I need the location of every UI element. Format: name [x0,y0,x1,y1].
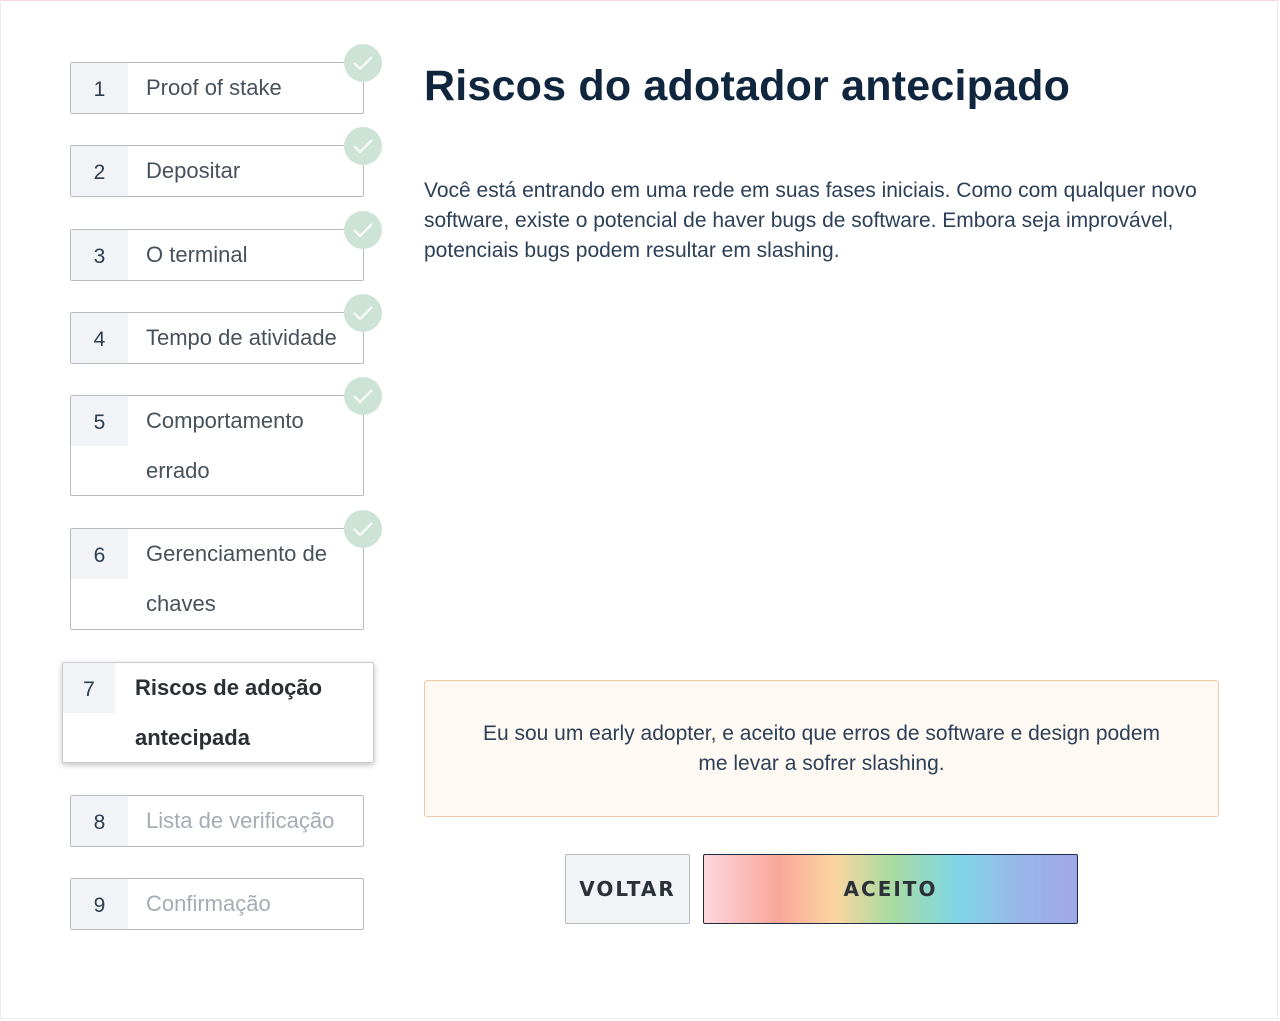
check-icon [344,44,382,82]
acknowledgement-text: Eu sou um early adopter, e aceito que er… [482,721,1161,775]
acknowledgement-box: Eu sou um early adopter, e aceito que er… [424,680,1219,817]
step-label: Confirmação [146,891,271,916]
check-icon [344,510,382,548]
step-8[interactable]: 8 Lista de verificação [70,795,364,847]
step-9[interactable]: 9 Confirmação [70,878,364,930]
check-icon [344,211,382,249]
step-number: 1 [71,63,128,113]
step-1[interactable]: 1 Proof of stake [70,62,364,114]
step-label: Depositar [146,158,241,183]
step-label: Comportamento errado [146,408,304,483]
check-icon [344,127,382,165]
step-number: 2 [71,146,128,196]
step-number: 7 [63,663,115,713]
step-7[interactable]: 7 Riscos de adoção antecipada [62,662,374,763]
step-3[interactable]: 3 O terminal [70,229,364,281]
step-4[interactable]: 4 Tempo de atividade [70,312,364,364]
accept-button[interactable]: ACEITO [703,854,1078,924]
step-label: Tempo de atividade [146,325,337,350]
step-label: Proof of stake [146,75,282,100]
step-6[interactable]: 6 Gerenciamento de chaves [70,528,364,630]
step-label: Riscos de adoção antecipada [135,675,323,750]
check-icon [344,377,382,415]
risk-description: Você está entrando em uma rede em suas f… [424,179,1197,262]
step-number: 5 [71,396,128,446]
back-button[interactable]: VOLTAR [565,854,690,924]
step-label: Lista de verificação [146,808,335,833]
step-2[interactable]: 2 Depositar [70,145,364,197]
step-number: 8 [71,796,128,846]
check-icon [344,294,382,332]
page-title: Riscos do adotador antecipado [424,62,1071,110]
step-5[interactable]: 5 Comportamento errado [70,395,364,496]
step-number: 4 [71,313,128,363]
step-number: 6 [71,529,128,579]
step-label: Gerenciamento de chaves [146,541,327,616]
step-label: O terminal [146,242,248,267]
step-number: 9 [71,879,128,929]
step-number: 3 [71,230,128,280]
